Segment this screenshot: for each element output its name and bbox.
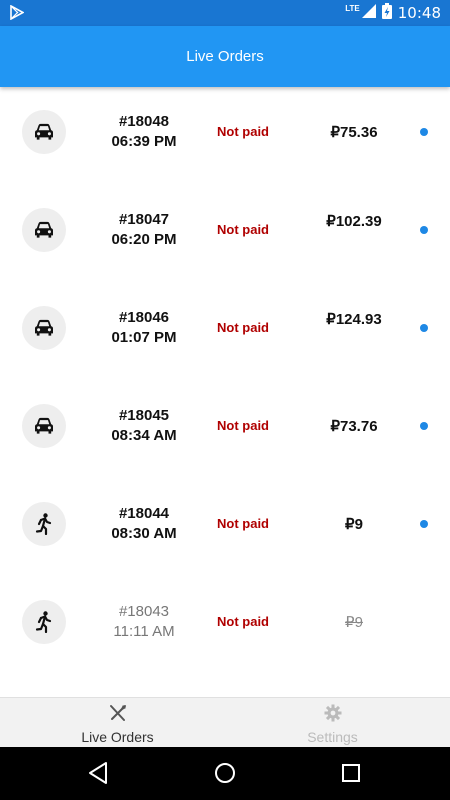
walking-person-icon bbox=[22, 502, 66, 546]
active-indicator-dot bbox=[420, 520, 428, 528]
network-type: LTE bbox=[345, 3, 360, 13]
page-title: Live Orders bbox=[186, 48, 264, 65]
recents-icon[interactable] bbox=[341, 761, 361, 790]
payment-status: Not paid bbox=[217, 320, 269, 335]
bottom-navigation: Live Orders Settings bbox=[0, 697, 450, 747]
order-time: 08:34 AM bbox=[111, 427, 177, 444]
walking-person-icon bbox=[22, 600, 66, 644]
order-price: ₽75.36 bbox=[330, 124, 378, 141]
tab-label: Settings bbox=[307, 729, 358, 745]
order-price: ₽124.93 bbox=[326, 311, 382, 328]
car-icon bbox=[22, 110, 66, 154]
system-navigation-bar bbox=[0, 747, 450, 800]
payment-status: Not paid bbox=[217, 614, 269, 629]
order-time: 01:07 PM bbox=[111, 329, 177, 346]
active-indicator-dot bbox=[420, 422, 428, 430]
order-info: #18043 11:11 AM bbox=[92, 602, 196, 642]
order-price: ₽9 bbox=[345, 614, 363, 631]
payment-status: Not paid bbox=[217, 418, 269, 433]
order-row[interactable]: #18048 06:39 PM Not paid ₽75.36 bbox=[0, 87, 450, 185]
fork-knife-icon bbox=[109, 704, 127, 727]
order-info: #18045 08:34 AM bbox=[92, 406, 196, 446]
gear-icon bbox=[324, 704, 342, 727]
car-icon bbox=[22, 306, 66, 350]
tab-settings[interactable]: Settings bbox=[220, 698, 445, 748]
order-number: #18045 bbox=[118, 407, 170, 424]
order-time: 08:30 AM bbox=[111, 525, 177, 542]
car-icon bbox=[22, 404, 66, 448]
order-number: #18047 bbox=[118, 211, 170, 228]
orders-list: #18048 06:39 PM Not paid ₽75.36 #18047 0… bbox=[0, 87, 450, 697]
status-bar: LTE 10:48 bbox=[0, 0, 450, 26]
order-row[interactable]: #18047 06:20 PM Not paid ₽102.39 bbox=[0, 185, 450, 283]
order-time: 11:11 AM bbox=[113, 623, 175, 640]
order-row[interactable]: #18045 08:34 AM Not paid ₽73.76 bbox=[0, 381, 450, 479]
order-row[interactable]: #18043 11:11 AM Not paid ₽9 bbox=[0, 577, 450, 675]
play-store-icon bbox=[10, 4, 25, 25]
order-time: 06:20 PM bbox=[111, 231, 177, 248]
payment-status: Not paid bbox=[217, 124, 269, 139]
payment-status: Not paid bbox=[217, 516, 269, 531]
order-info: #18048 06:39 PM bbox=[92, 112, 196, 152]
order-number: #18048 bbox=[118, 113, 170, 130]
order-number: #18046 bbox=[118, 309, 170, 326]
signal-icon bbox=[361, 3, 376, 23]
active-indicator-dot bbox=[420, 324, 428, 332]
payment-status: Not paid bbox=[217, 222, 269, 237]
tab-live-orders[interactable]: Live Orders bbox=[5, 698, 230, 748]
app-bar: Live Orders bbox=[0, 26, 450, 87]
order-info: #18046 01:07 PM bbox=[92, 308, 196, 348]
order-price: ₽9 bbox=[345, 516, 363, 533]
active-indicator-dot bbox=[420, 226, 428, 234]
order-number: #18044 bbox=[118, 505, 170, 522]
car-icon bbox=[22, 208, 66, 252]
clock: 10:48 bbox=[397, 4, 441, 22]
order-row[interactable]: #18044 08:30 AM Not paid ₽9 bbox=[0, 479, 450, 577]
active-indicator-dot bbox=[420, 128, 428, 136]
back-icon[interactable] bbox=[87, 761, 109, 790]
order-number: #18043 bbox=[118, 603, 170, 620]
order-info: #18047 06:20 PM bbox=[92, 210, 196, 250]
battery-charging-icon bbox=[381, 2, 392, 24]
tab-label: Live Orders bbox=[81, 729, 154, 745]
order-row[interactable]: #18046 01:07 PM Not paid ₽124.93 bbox=[0, 283, 450, 381]
order-price: ₽102.39 bbox=[326, 213, 382, 230]
order-time: 06:39 PM bbox=[111, 133, 177, 150]
order-info: #18044 08:30 AM bbox=[92, 504, 196, 544]
home-icon[interactable] bbox=[213, 761, 237, 790]
order-price: ₽73.76 bbox=[330, 418, 378, 435]
